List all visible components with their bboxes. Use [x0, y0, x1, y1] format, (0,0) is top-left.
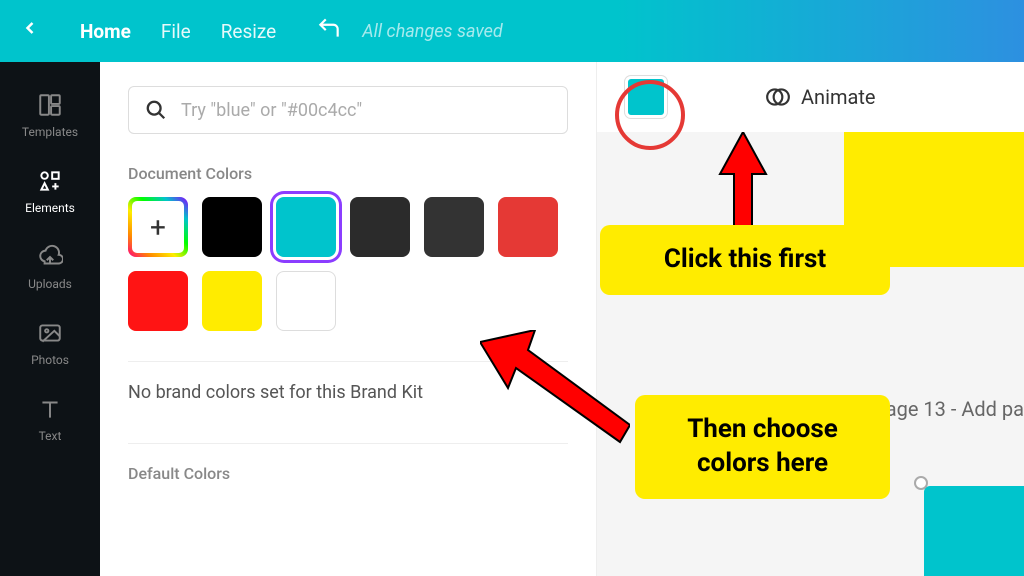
sidebar-item-uploads[interactable]: Uploads: [0, 229, 100, 305]
animate-label: Animate: [801, 85, 876, 109]
annotation-callout-1: Click this first: [600, 225, 890, 295]
color-swatch[interactable]: [202, 197, 262, 257]
fill-color-button[interactable]: [625, 76, 667, 118]
annotation-callout-2: Then choose colors here: [635, 395, 890, 499]
color-search[interactable]: [128, 86, 568, 134]
sidebar-label: Text: [39, 429, 62, 443]
back-chevron-icon[interactable]: [20, 18, 50, 44]
color-swatch[interactable]: [202, 271, 262, 331]
document-colors-grid: +: [128, 197, 568, 331]
resize-handle[interactable]: [914, 476, 928, 490]
sidebar-item-elements[interactable]: Elements: [0, 153, 100, 229]
color-swatch[interactable]: [276, 197, 336, 257]
add-color-swatch[interactable]: +: [128, 197, 188, 257]
top-bar: Home File Resize All changes saved: [0, 0, 1024, 62]
text-icon: [36, 395, 64, 423]
nav-resize[interactable]: Resize: [221, 20, 277, 43]
search-icon: [145, 99, 167, 121]
color-swatch[interactable]: [350, 197, 410, 257]
sidebar-label: Photos: [31, 353, 69, 367]
templates-icon: [36, 91, 64, 119]
search-input[interactable]: [181, 100, 551, 121]
color-swatch[interactable]: [276, 271, 336, 331]
photos-icon: [36, 319, 64, 347]
color-swatch[interactable]: [424, 197, 484, 257]
undo-icon[interactable]: [316, 15, 342, 47]
side-nav: Templates Elements Uploads Photos Text: [0, 62, 100, 576]
canvas-toolbar: Animate: [597, 62, 1024, 132]
animate-button[interactable]: Animate: [765, 84, 876, 110]
uploads-icon: [36, 243, 64, 271]
sidebar-label: Elements: [25, 201, 75, 215]
canvas-area: Animate Page 13 - Add pa: [597, 62, 1024, 576]
annotation-arrow-2: [480, 330, 630, 454]
color-swatch[interactable]: [128, 271, 188, 331]
document-colors-heading: Document Colors: [128, 164, 568, 183]
sidebar-label: Uploads: [28, 277, 72, 291]
color-swatch[interactable]: [498, 197, 558, 257]
annotation-arrow-1: [718, 132, 768, 231]
nav-home[interactable]: Home: [80, 20, 131, 43]
default-colors-heading: Default Colors: [128, 464, 568, 483]
nav-file[interactable]: File: [161, 20, 191, 43]
page-indicator[interactable]: Page 13 - Add pa: [873, 397, 1024, 421]
canvas-element-cyan[interactable]: [924, 486, 1024, 576]
animate-icon: [765, 84, 791, 110]
color-panel: Document Colors + No brand colors set fo…: [100, 62, 597, 576]
elements-icon: [36, 167, 64, 195]
sidebar-label: Templates: [22, 125, 78, 139]
sidebar-item-templates[interactable]: Templates: [0, 77, 100, 153]
sidebar-item-text[interactable]: Text: [0, 381, 100, 457]
save-status: All changes saved: [362, 21, 503, 42]
sidebar-item-photos[interactable]: Photos: [0, 305, 100, 381]
